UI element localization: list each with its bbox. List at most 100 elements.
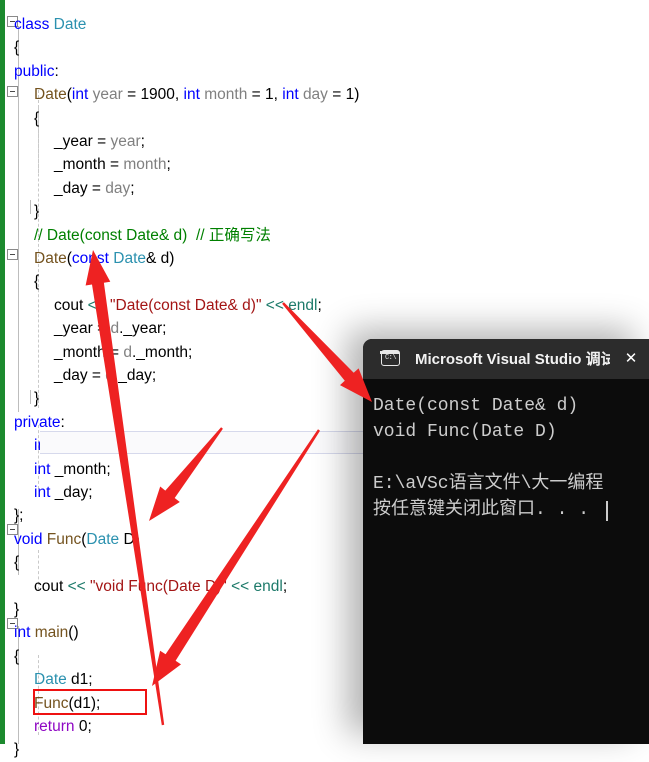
- code-token: ._month;: [132, 343, 193, 361]
- change-tracking-bar: [0, 0, 5, 744]
- code-token: =: [105, 156, 124, 174]
- code-token: d1;: [66, 671, 93, 689]
- code-token: };: [14, 507, 24, 525]
- code-line[interactable]: }: [34, 200, 39, 224]
- code-token: {: [34, 109, 40, 127]
- code-token: _year =: [54, 320, 111, 338]
- code-token: "void Func(Date D)": [90, 577, 227, 595]
- code-token: ._year;: [119, 320, 167, 338]
- code-token: ;: [140, 133, 145, 150]
- code-line[interactable]: Date(int year = 1900, int month = 1, int…: [34, 83, 359, 107]
- code-token: :: [54, 62, 59, 80]
- code-token: }: [14, 601, 20, 618]
- code-line[interactable]: cout << "void Func(Date D)" << endl;: [34, 575, 287, 599]
- code-token: ;: [87, 718, 92, 735]
- code-token: <<: [261, 296, 289, 314]
- code-token: ;: [166, 156, 171, 174]
- code-token: =: [92, 133, 111, 150]
- code-line[interactable]: }: [14, 738, 19, 762]
- console-output-line: E:\aVSc语言文件\大一编程: [373, 474, 604, 494]
- code-token: 1: [345, 86, 355, 104]
- code-token: <<: [67, 577, 91, 595]
- code-token: class: [14, 16, 54, 33]
- code-token: =: [247, 86, 265, 104]
- code-token: day: [302, 86, 328, 104]
- code-token: const: [71, 250, 114, 267]
- fold-toggle-icon[interactable]: [7, 249, 18, 260]
- code-line[interactable]: void Func(Date D): [14, 528, 140, 552]
- code-token: cout: [34, 577, 68, 595]
- console-window[interactable]: C:\ Microsoft Visual Studio 调试控 ✕ Date(c…: [363, 339, 649, 744]
- code-line[interactable]: {: [14, 36, 19, 60]
- code-token: (): [68, 624, 79, 642]
- code-token: {: [14, 39, 20, 57]
- code-token: void: [14, 530, 47, 548]
- code-line[interactable]: _month = month;: [54, 153, 171, 177]
- code-token: =: [87, 179, 106, 197]
- code-line[interactable]: }: [14, 598, 19, 622]
- code-line[interactable]: int main(): [14, 621, 79, 645]
- code-token: Date: [113, 250, 147, 267]
- console-output-line: Date(const Date& d): [373, 396, 579, 416]
- code-token: year: [92, 86, 123, 104]
- code-line[interactable]: }: [34, 387, 39, 411]
- code-token: // Date(const Date& d) // 正确写法: [34, 226, 271, 244]
- code-line[interactable]: _year = d._year;: [54, 317, 166, 341]
- code-line[interactable]: int _month;: [34, 458, 111, 482]
- fold-toggle-icon[interactable]: [7, 86, 18, 97]
- console-window-icon: C:\: [380, 350, 400, 366]
- code-token: d: [105, 367, 114, 384]
- code-token: Date: [86, 530, 120, 548]
- fold-guide-line: [30, 200, 31, 214]
- console-titlebar[interactable]: C:\ Microsoft Visual Studio 调试控 ✕: [363, 339, 649, 379]
- close-icon[interactable]: ✕: [619, 347, 643, 371]
- code-token: }: [34, 203, 40, 221]
- code-line[interactable]: class Date: [14, 13, 86, 37]
- code-line[interactable]: {: [14, 645, 19, 669]
- code-line[interactable]: return 0;: [34, 715, 92, 739]
- code-line[interactable]: _year = year;: [54, 130, 145, 154]
- code-token: d: [123, 343, 132, 361]
- console-output-line: 按任意键关闭此窗口. . .: [373, 500, 590, 520]
- code-token: Date: [53, 16, 87, 33]
- code-line[interactable]: };: [14, 504, 23, 528]
- code-token: Func: [46, 530, 82, 548]
- code-line[interactable]: {: [14, 551, 19, 575]
- code-token: cout: [54, 296, 88, 314]
- code-token: _year: [54, 133, 93, 150]
- code-token: _month =: [54, 343, 124, 361]
- code-token: 1: [265, 86, 274, 104]
- code-token: {: [14, 647, 20, 665]
- code-token: Date: [34, 86, 67, 104]
- code-line[interactable]: {: [34, 270, 39, 294]
- code-token: Date: [34, 250, 67, 267]
- fold-guide-line: [18, 26, 19, 412]
- code-token: =: [327, 86, 346, 104]
- code-token: _day =: [54, 367, 106, 384]
- code-token: return: [34, 718, 79, 735]
- code-token: 1900: [140, 86, 175, 104]
- code-token: ): [354, 86, 360, 104]
- code-line[interactable]: int _day;: [34, 481, 93, 505]
- console-output-line: void Func(Date D): [373, 422, 557, 442]
- code-token: main: [34, 624, 69, 642]
- console-cursor: [606, 501, 608, 521]
- code-line[interactable]: {: [34, 107, 39, 131]
- code-token: endl: [253, 577, 283, 595]
- code-line[interactable]: cout << "Date(const Date& d)" << endl;: [54, 294, 322, 318]
- code-line[interactable]: public:: [14, 60, 59, 84]
- code-token: day: [105, 179, 131, 197]
- code-line[interactable]: // Date(const Date& d) // 正确写法: [34, 224, 271, 248]
- code-line[interactable]: Date(const Date& d): [34, 247, 174, 271]
- code-token: month: [123, 156, 167, 174]
- code-token: int: [282, 86, 303, 104]
- code-line[interactable]: _day = d._day;: [54, 364, 156, 388]
- code-token: d: [110, 320, 120, 338]
- code-token: _month;: [54, 460, 111, 478]
- code-token: <<: [87, 296, 111, 314]
- code-token: month: [204, 86, 248, 104]
- code-token: _day: [54, 179, 88, 197]
- code-token: =: [122, 86, 141, 104]
- code-line[interactable]: _day = day;: [54, 177, 135, 201]
- code-line[interactable]: _month = d._month;: [54, 341, 192, 365]
